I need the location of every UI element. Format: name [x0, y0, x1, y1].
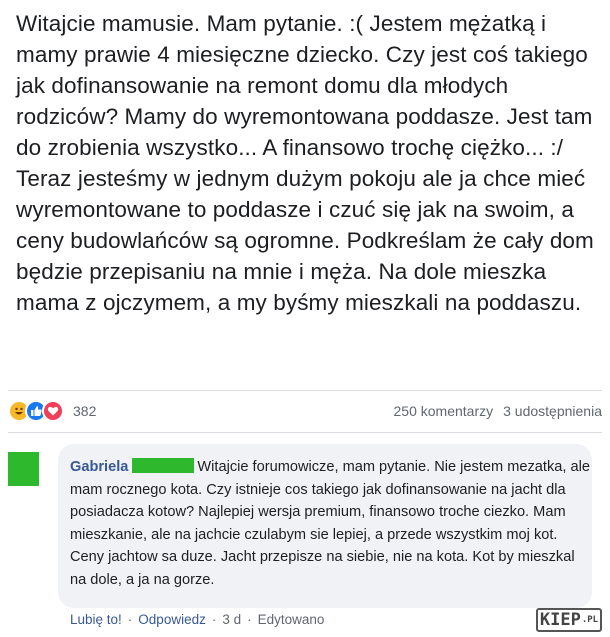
shares-count-link[interactable]: 3 udostępnienia: [503, 403, 602, 419]
reaction-count[interactable]: 382: [73, 403, 96, 419]
post-text: Witajcie mamusie. Mam pytanie. :( Jestem…: [16, 11, 594, 315]
separator-dot: ·: [127, 612, 133, 627]
separator-dot: ·: [211, 612, 217, 627]
comment-timestamp[interactable]: 3 d: [222, 612, 241, 627]
divider-top: [8, 390, 602, 391]
comment-actions: Lubię to! · Odpowiedz · 3 d · Edytowano: [70, 612, 324, 627]
comment-body: Gabriela Witajcie forumowicze, mam pytani…: [70, 456, 590, 591]
comment-author[interactable]: Gabriela: [70, 459, 128, 475]
divider-bottom: [8, 432, 602, 433]
reactions-bar: 382 250 komentarzy 3 udostępnienia: [8, 396, 602, 426]
separator-dot: ·: [247, 612, 252, 627]
redaction-bar: [132, 458, 195, 473]
edited-label[interactable]: Edytowano: [258, 612, 325, 627]
love-icon: [42, 400, 64, 422]
watermark-main: KIEP: [539, 610, 581, 630]
reaction-icons[interactable]: [8, 400, 64, 422]
watermark-logo: KIEP .PL: [536, 608, 602, 632]
like-comment-button[interactable]: Lubię to!: [70, 612, 122, 627]
comment-text: Witajcie forumowicze, mam pytanie. Nie j…: [70, 459, 590, 588]
post-stats: 250 komentarzy 3 udostępnienia: [394, 403, 602, 419]
comments-count-link[interactable]: 250 komentarzy: [394, 403, 494, 419]
watermark-suffix: .PL: [581, 615, 599, 625]
reply-button[interactable]: Odpowiedz: [138, 612, 206, 627]
avatar[interactable]: [8, 452, 39, 486]
